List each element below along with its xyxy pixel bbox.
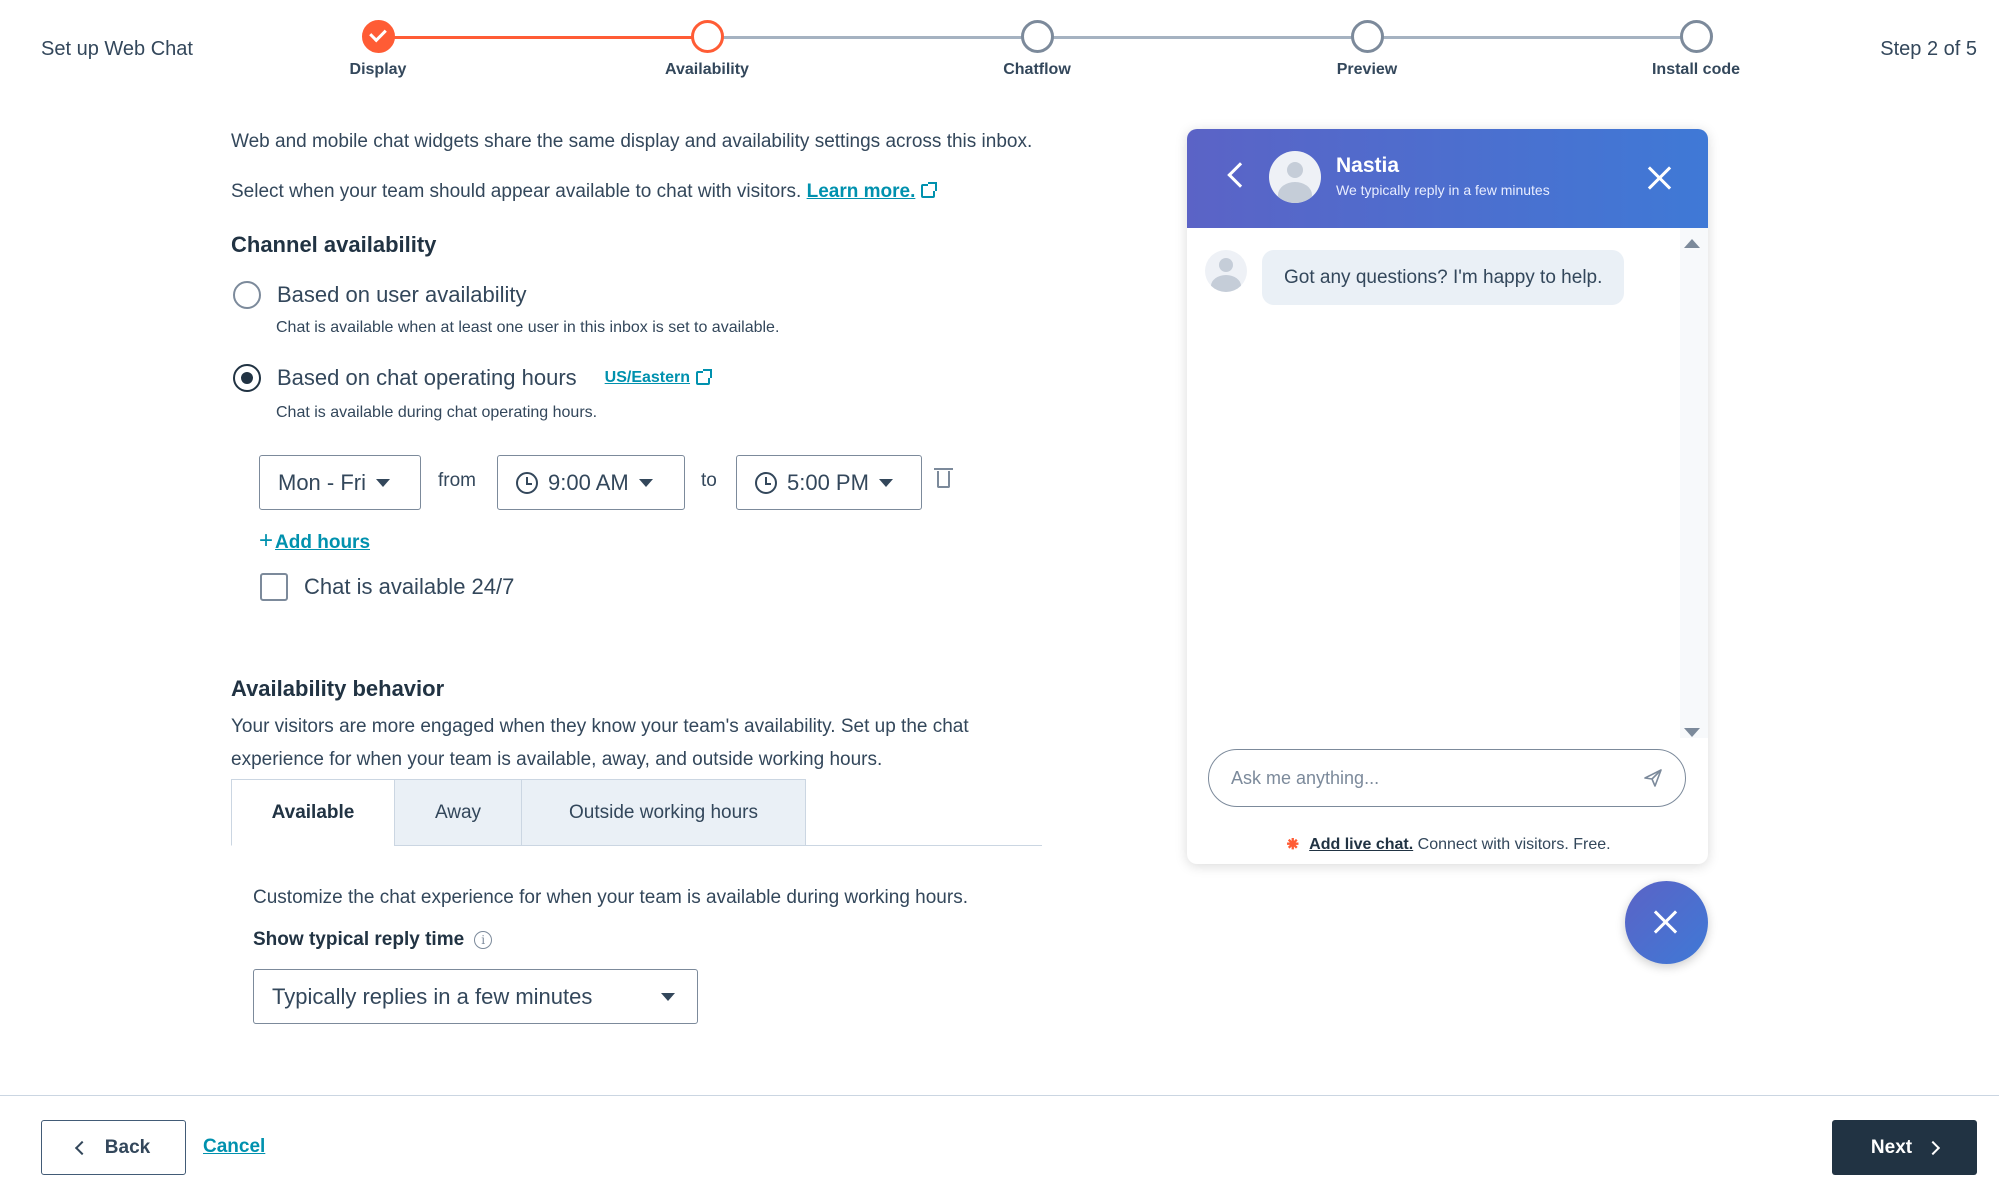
start-time-value: 9:00 AM (548, 469, 629, 495)
clock-icon (755, 471, 777, 494)
behavior-tabs: Available Away Outside working hours (231, 779, 1042, 846)
reply-time-label-row: Show typical reply time i (253, 929, 493, 951)
checkbox-label: Chat is available 24/7 (304, 574, 515, 599)
wizard-title: Set up Web Chat (41, 38, 193, 60)
reply-time-value: Typically replies in a few minutes (272, 983, 593, 1009)
from-label: from (438, 470, 476, 491)
chat-widget-preview: Nastia We typically reply in a few minut… (1187, 129, 1708, 864)
step-display[interactable]: Display (298, 20, 458, 79)
end-time-select[interactable]: 5:00 PM (736, 455, 922, 510)
reply-time-select[interactable]: Typically replies in a few minutes (253, 969, 698, 1024)
radio-user-availability[interactable]: Based on user availability (233, 281, 526, 309)
start-time-select[interactable]: 9:00 AM (497, 455, 685, 510)
radio-label: Based on chat operating hours (277, 365, 577, 390)
chat-header: Nastia We typically reply in a few minut… (1187, 129, 1708, 228)
reply-time-subtitle: We typically reply in a few minutes (1336, 182, 1550, 198)
chevron-left-icon (74, 1140, 89, 1155)
add-hours-button[interactable]: + Add hours (259, 527, 370, 555)
step-circle-active (690, 20, 724, 53)
add-live-chat-text: Connect with visitors. Free. (1417, 836, 1611, 853)
step-availability[interactable]: Availability (627, 20, 787, 79)
step-chatflow[interactable]: Chatflow (957, 20, 1117, 79)
end-time-value: 5:00 PM (787, 469, 869, 495)
external-link-icon (921, 182, 938, 198)
checkbox[interactable] (260, 573, 288, 601)
input-placeholder: Ask me anything... (1231, 767, 1380, 788)
close-icon (1653, 909, 1679, 935)
tab-description: Customize the chat experience for when y… (253, 887, 968, 908)
caret-down-icon (376, 478, 390, 487)
chat-launcher-button[interactable] (1625, 881, 1708, 964)
step-label: Preview (1336, 61, 1398, 78)
wizard-header: Set up Web Chat Display Availability Cha… (0, 0, 1999, 104)
radio-button[interactable] (233, 281, 261, 309)
info-icon[interactable]: i (474, 931, 493, 949)
reply-time-label: Show typical reply time (253, 929, 465, 950)
back-button[interactable]: Back (41, 1120, 186, 1175)
add-hours-label: Add hours (275, 532, 371, 553)
step-label: Chatflow (1003, 61, 1071, 78)
message-avatar (1205, 250, 1247, 292)
radio-label: Based on user availability (277, 282, 527, 307)
chevron-left-icon[interactable] (1227, 162, 1253, 188)
step-label: Availability (665, 61, 749, 78)
step-circle (1350, 20, 1384, 53)
step-label: Install code (1651, 61, 1741, 78)
add-live-chat-link[interactable]: Add live chat. (1309, 836, 1413, 853)
caret-down-icon (878, 478, 893, 487)
tab-available[interactable]: Available (231, 779, 395, 846)
scrollbar[interactable] (1680, 228, 1708, 738)
clock-icon (516, 471, 538, 494)
radio-operating-hours[interactable]: Based on chat operating hours US/Eastern (233, 364, 713, 392)
to-label: to (701, 470, 717, 491)
radio-button-selected[interactable] (233, 364, 261, 392)
learn-more-link[interactable]: Learn more. (807, 181, 916, 202)
availability-behavior-title: Availability behavior (231, 676, 445, 701)
trash-icon[interactable] (934, 468, 953, 488)
stepper-line-pending (707, 36, 1699, 39)
step-install-code[interactable]: Install code (1616, 20, 1776, 79)
days-value: Mon - Fri (278, 469, 366, 495)
step-count: Step 2 of 5 (1880, 38, 1977, 60)
select-availability-text: Select when your team should appear avai… (231, 181, 938, 203)
caret-down-icon (661, 992, 675, 1001)
check-icon (361, 20, 395, 53)
next-label: Next (1870, 1136, 1913, 1158)
timezone-link[interactable]: US/Eastern (605, 369, 690, 387)
hubspot-sprocket-icon: ⁕ (1284, 834, 1302, 856)
chevron-right-icon (1926, 1140, 1941, 1155)
step-circle (1679, 20, 1713, 53)
operating-hours-help: Chat is available during chat operating … (276, 404, 598, 421)
cancel-link[interactable]: Cancel (203, 1136, 265, 1158)
plus-icon: + (259, 527, 274, 554)
greeting-message: Got any questions? I'm happy to help. (1262, 250, 1625, 305)
scroll-up-icon[interactable] (1684, 239, 1700, 248)
tab-away[interactable]: Away (394, 779, 522, 846)
chat-message-input[interactable]: Ask me anything... (1208, 749, 1686, 807)
wizard-footer: Back Cancel Next (0, 1095, 1999, 1188)
user-availability-help: Chat is available when at least one user… (276, 319, 780, 336)
availability-behavior-description: Your visitors are more engaged when they… (231, 716, 969, 770)
step-circle (1020, 20, 1054, 53)
always-available-checkbox-row[interactable]: Chat is available 24/7 (260, 573, 514, 601)
back-label: Back (104, 1136, 151, 1158)
external-link-icon (696, 369, 713, 385)
shared-settings-text: Web and mobile chat widgets share the sa… (231, 131, 1033, 152)
caret-down-icon (638, 478, 653, 487)
select-text: Select when your team should appear avai… (231, 181, 802, 202)
days-select[interactable]: Mon - Fri (259, 455, 421, 510)
add-live-chat-note: ⁕ Add live chat. Connect with visitors. F… (1187, 832, 1708, 857)
scroll-down-icon[interactable] (1684, 728, 1700, 737)
send-icon[interactable] (1643, 768, 1663, 788)
next-button[interactable]: Next (1832, 1120, 1977, 1175)
step-label: Display (349, 61, 407, 78)
tab-outside-working-hours[interactable]: Outside working hours (521, 779, 806, 846)
agent-name: Nastia (1336, 154, 1400, 177)
channel-availability-title: Channel availability (231, 232, 437, 257)
agent-avatar (1269, 151, 1321, 203)
close-icon[interactable] (1647, 165, 1673, 191)
step-preview[interactable]: Preview (1287, 20, 1447, 79)
